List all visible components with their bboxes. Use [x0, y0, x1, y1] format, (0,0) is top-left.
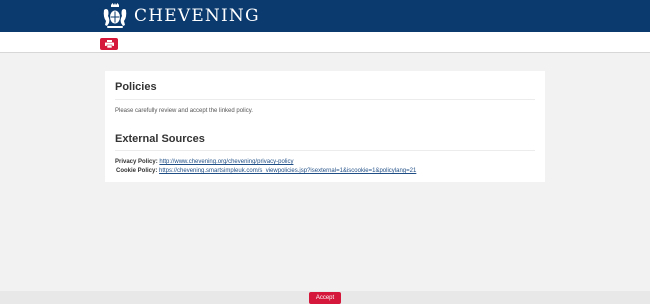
intro-text: Please carefully review and accept the l… [115, 108, 253, 114]
royal-crest-icon [103, 3, 127, 28]
page-title: Policies [115, 81, 157, 93]
privacy-policy-row: Privacy Policy: http://www.chevening.org… [115, 159, 293, 165]
print-icon [104, 40, 114, 48]
divider [115, 150, 535, 151]
site-header: CHEVENING [0, 0, 650, 32]
brand-name: CHEVENING [134, 6, 260, 26]
cookie-policy-row: Cookie Policy: https://chevening.smartsi… [116, 168, 416, 174]
privacy-policy-label: Privacy Policy: [115, 159, 158, 165]
chevening-logo[interactable]: CHEVENING [100, 2, 260, 30]
footer-bar: Accept [0, 291, 650, 304]
accept-button[interactable]: Accept [309, 292, 341, 304]
privacy-policy-link[interactable]: http://www.chevening.org/chevening/priva… [159, 159, 293, 165]
cookie-policy-link[interactable]: https://chevening.smartsimpleuk.com/s_vi… [159, 168, 416, 174]
policies-card: Policies Please carefully review and acc… [105, 71, 545, 182]
section-title: External Sources [115, 133, 205, 145]
cookie-policy-label: Cookie Policy: [116, 168, 158, 174]
toolbar [0, 32, 650, 53]
print-button[interactable] [100, 38, 118, 50]
divider [115, 99, 535, 100]
